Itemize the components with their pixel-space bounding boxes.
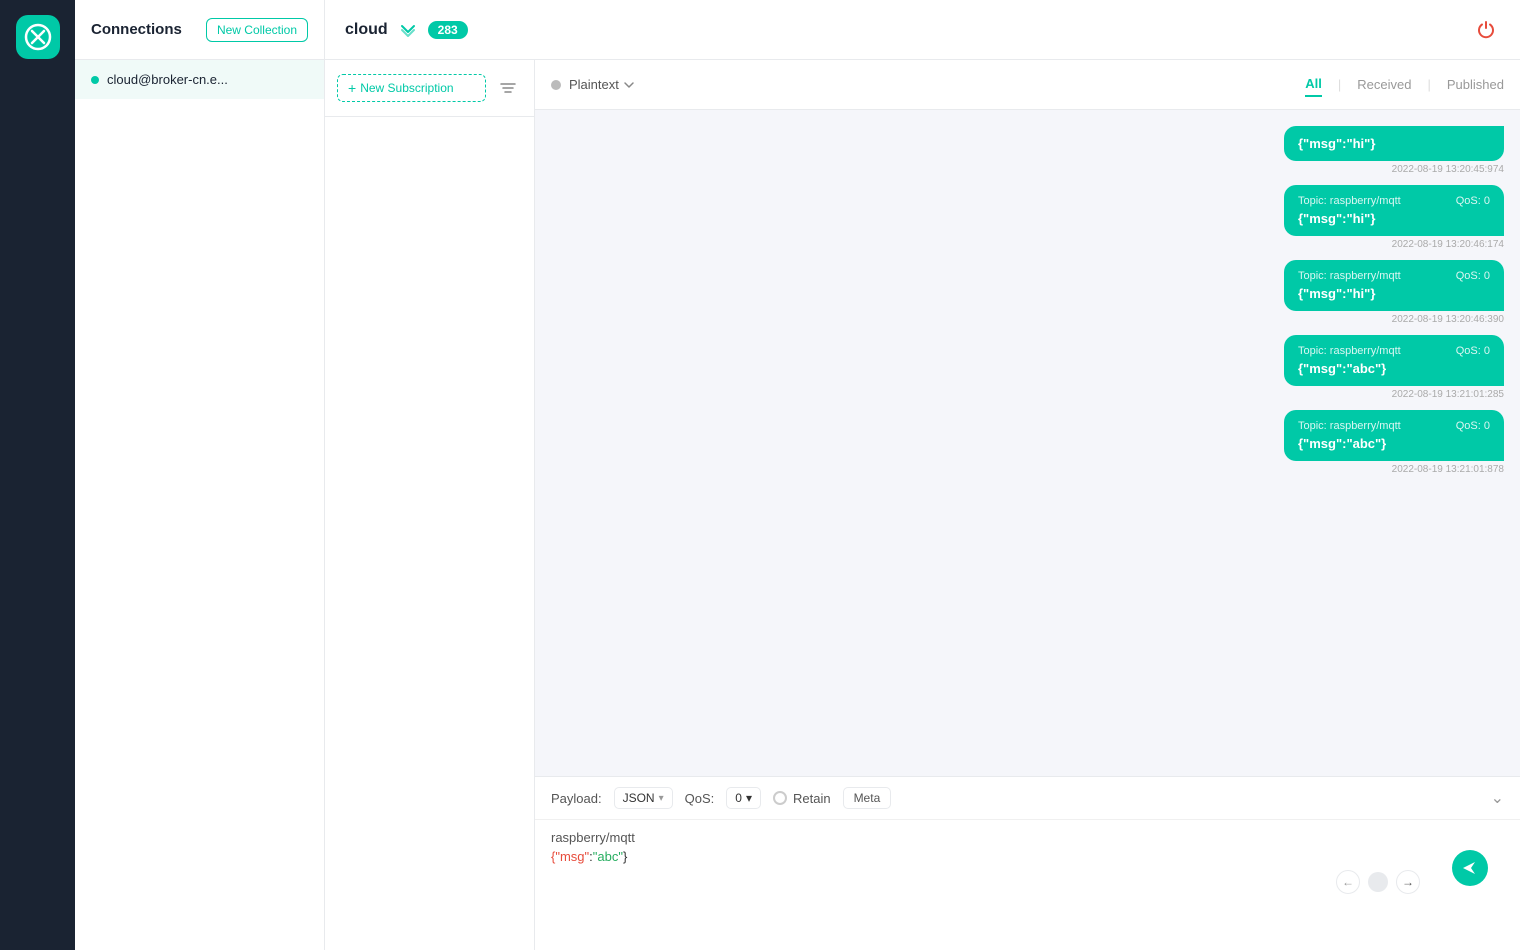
nav-prev-arrow[interactable]: ← <box>1336 870 1360 894</box>
message-payload: {"msg":"hi"} <box>1298 286 1490 301</box>
connection-name: cloud@broker-cn.e... <box>107 72 228 87</box>
message-qos: QoS: 0 <box>1456 420 1490 432</box>
message-timestamp: 2022-08-19 13:21:01:878 <box>1392 464 1504 475</box>
message-payload: {"msg":"hi"} <box>1298 211 1490 226</box>
plus-icon: + <box>348 80 356 96</box>
payload-key: {"msg" <box>551 849 589 864</box>
message-area: Plaintext All | Received | Published <box>535 60 1520 950</box>
qos-select[interactable]: 0 ▾ <box>726 787 761 809</box>
message-payload: {"msg":"abc"} <box>1298 361 1490 376</box>
message-topic-row: Topic: raspberry/mqtt QoS: 0 <box>1298 270 1490 282</box>
filter-tab-all[interactable]: All <box>1305 72 1322 97</box>
messages-list: {"msg":"hi"} 2022-08-19 13:20:45:974 Top… <box>535 110 1520 776</box>
subscriptions-panel: + New Subscription <box>325 60 535 950</box>
top-bar-left: cloud 283 <box>345 18 468 42</box>
message-item[interactable]: Topic: raspberry/mqtt QoS: 0 {"msg":"abc… <box>1284 410 1504 475</box>
main-area: cloud 283 + New Subscription <box>325 0 1520 950</box>
expand-icon[interactable]: ⌄ <box>1491 788 1504 808</box>
qos-label: QoS: <box>685 791 715 806</box>
message-qos: QoS: 0 <box>1456 345 1490 357</box>
meta-button[interactable]: Meta <box>843 787 892 809</box>
message-timestamp: 2022-08-19 13:21:01:285 <box>1392 389 1504 400</box>
message-bubble: Topic: raspberry/mqtt QoS: 0 {"msg":"abc… <box>1284 410 1504 461</box>
message-topic: Topic: raspberry/mqtt <box>1298 195 1401 207</box>
message-qos: QoS: 0 <box>1456 270 1490 282</box>
payload-input[interactable]: {"msg":"abc"} <box>551 849 1504 864</box>
payload-type-chevron-icon: ▾ <box>659 793 664 804</box>
new-subscription-button[interactable]: + New Subscription <box>337 74 486 102</box>
filter-tab-published[interactable]: Published <box>1447 73 1504 96</box>
message-toolbar-left: Plaintext <box>551 77 635 92</box>
message-topic-row: Topic: raspberry/mqtt QoS: 0 <box>1298 195 1490 207</box>
filter-tab-received[interactable]: Received <box>1357 73 1411 96</box>
nav-logo[interactable] <box>16 15 60 59</box>
message-bubble: Topic: raspberry/mqtt QoS: 0 {"msg":"hi"… <box>1284 185 1504 236</box>
nav-next-arrow[interactable]: → <box>1396 870 1420 894</box>
plaintext-label-text: Plaintext <box>569 77 619 92</box>
new-subscription-label: New Subscription <box>360 81 453 95</box>
retain-toggle-circle <box>773 791 787 805</box>
publish-toolbar: Payload: JSON ▾ QoS: 0 ▾ Retain Meta <box>535 777 1520 820</box>
nav-sidebar <box>0 0 75 950</box>
message-bubble: Topic: raspberry/mqtt QoS: 0 {"msg":"abc… <box>1284 335 1504 386</box>
message-topic-row: Topic: raspberry/mqtt QoS: 0 <box>1298 420 1490 432</box>
qos-chevron-icon: ▾ <box>746 791 752 805</box>
retain-label: Retain <box>793 791 831 806</box>
message-payload: {"msg":"hi"} <box>1298 136 1490 151</box>
message-topic-row: Topic: raspberry/mqtt QoS: 0 <box>1298 345 1490 357</box>
connection-item[interactable]: cloud@broker-cn.e... <box>75 60 324 99</box>
message-topic: Topic: raspberry/mqtt <box>1298 270 1401 282</box>
filter-icon[interactable] <box>494 74 522 102</box>
cloud-title: cloud <box>345 21 388 39</box>
publish-input-area: raspberry/mqtt {"msg":"abc"} ← → <box>535 820 1520 950</box>
top-bar: cloud 283 <box>325 0 1520 60</box>
message-payload: {"msg":"abc"} <box>1298 436 1490 451</box>
message-item[interactable]: Topic: raspberry/mqtt QoS: 0 {"msg":"hi"… <box>1284 185 1504 250</box>
message-topic: Topic: raspberry/mqtt <box>1298 345 1401 357</box>
payload-type-select[interactable]: JSON ▾ <box>614 787 673 809</box>
connections-header: Connections New Collection <box>75 0 324 60</box>
message-timestamp: 2022-08-19 13:20:45:974 <box>1392 164 1504 175</box>
qos-value: 0 <box>735 791 742 805</box>
payload-value: "abc" <box>593 849 623 864</box>
publish-nav-area: ← → <box>551 864 1504 900</box>
send-button[interactable] <box>1452 850 1488 886</box>
connections-panel: Connections New Collection cloud@broker-… <box>75 0 325 950</box>
message-count-badge: 283 <box>428 21 468 39</box>
message-toolbar: Plaintext All | Received | Published <box>535 60 1520 110</box>
new-collection-button[interactable]: New Collection <box>206 18 308 42</box>
message-item[interactable]: {"msg":"hi"} 2022-08-19 13:20:45:974 <box>1284 126 1504 175</box>
plaintext-dropdown[interactable]: Plaintext <box>569 77 635 92</box>
publish-area: Payload: JSON ▾ QoS: 0 ▾ Retain Meta <box>535 776 1520 950</box>
filter-tabs: All | Received | Published <box>1305 72 1504 97</box>
retain-toggle[interactable]: Retain <box>773 791 831 806</box>
payload-label: Payload: <box>551 791 602 806</box>
message-timestamp: 2022-08-19 13:20:46:390 <box>1392 314 1504 325</box>
message-bubble: {"msg":"hi"} <box>1284 126 1504 161</box>
connection-status-dot <box>91 76 99 84</box>
content-body: + New Subscription Pla <box>325 60 1520 950</box>
message-bubble: Topic: raspberry/mqtt QoS: 0 {"msg":"hi"… <box>1284 260 1504 311</box>
message-status-dot <box>551 80 561 90</box>
message-qos: QoS: 0 <box>1456 195 1490 207</box>
message-topic: Topic: raspberry/mqtt <box>1298 420 1401 432</box>
message-item[interactable]: Topic: raspberry/mqtt QoS: 0 {"msg":"hi"… <box>1284 260 1504 325</box>
connections-title: Connections <box>91 21 182 38</box>
topic-input[interactable]: raspberry/mqtt <box>551 830 1504 845</box>
message-item[interactable]: Topic: raspberry/mqtt QoS: 0 {"msg":"abc… <box>1284 335 1504 400</box>
nav-mid-dot <box>1368 872 1388 892</box>
payload-type-value: JSON <box>623 791 655 805</box>
cloud-dropdown-icon[interactable] <box>396 18 420 42</box>
message-timestamp: 2022-08-19 13:20:46:174 <box>1392 239 1504 250</box>
power-icon[interactable] <box>1472 16 1500 44</box>
subscriptions-toolbar: + New Subscription <box>325 60 534 117</box>
